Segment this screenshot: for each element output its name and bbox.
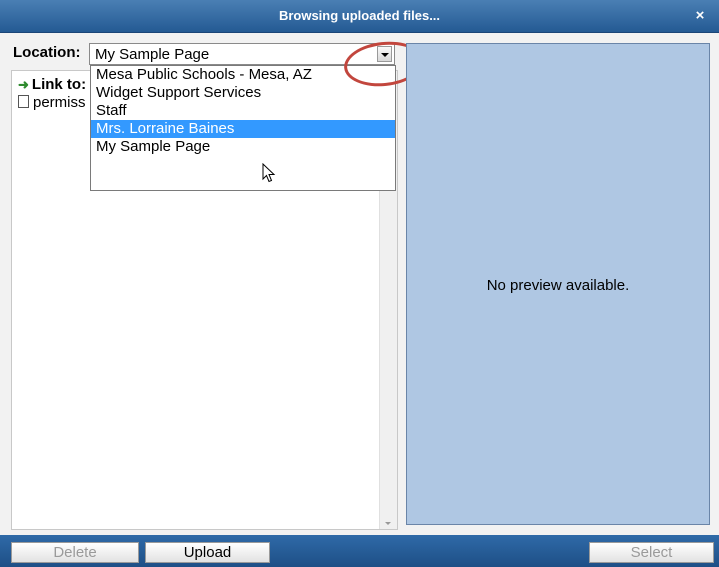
right-arrow-icon: ➜ <box>18 77 29 92</box>
title-bar: Browsing uploaded files... × <box>0 0 719 33</box>
delete-button[interactable]: Delete <box>11 542 139 563</box>
close-button[interactable]: × <box>687 7 713 25</box>
scroll-down-icon[interactable] <box>385 522 391 525</box>
location-label: Location: <box>13 44 81 61</box>
tree-link-item[interactable]: ➜ Link to: <box>18 76 86 93</box>
dropdown-option[interactable]: My Sample Page <box>91 138 395 156</box>
dropdown-option-highlighted[interactable]: Mrs. Lorraine Baines <box>91 120 395 138</box>
tree-file-label: permiss <box>33 94 86 111</box>
footer-bar: Delete Upload Select <box>0 535 719 567</box>
dropdown-option[interactable]: Staff <box>91 102 395 120</box>
dropdown-option[interactable]: Widget Support Services <box>91 84 395 102</box>
document-icon <box>18 95 29 108</box>
upload-button[interactable]: Upload <box>145 542 270 563</box>
location-dropdown-list: Mesa Public Schools - Mesa, AZ Widget Su… <box>90 65 396 191</box>
mouse-pointer-icon <box>262 163 276 183</box>
select-button[interactable]: Select <box>589 542 714 563</box>
tree-link-label: Link to: <box>31 76 87 93</box>
window-title: Browsing uploaded files... <box>278 8 441 23</box>
preview-pane: No preview available. <box>406 43 710 525</box>
tree-file-item[interactable]: permiss <box>18 94 86 111</box>
location-selected-value: My Sample Page <box>95 46 210 63</box>
preview-message: No preview available. <box>486 277 630 294</box>
